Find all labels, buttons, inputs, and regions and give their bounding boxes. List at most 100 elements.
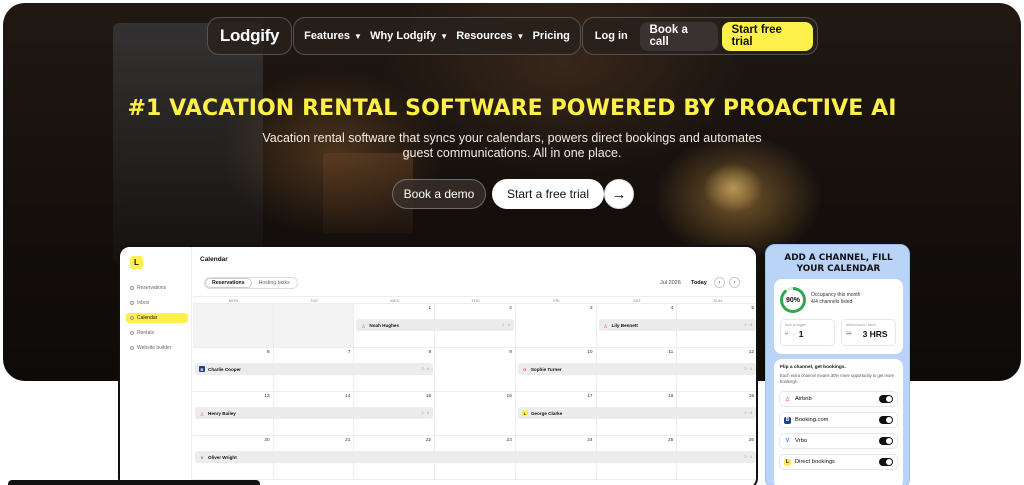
next-month-icon[interactable]: ›	[729, 277, 740, 288]
airbnb-icon: △	[361, 322, 365, 328]
google-icon: G	[523, 366, 527, 372]
day-number: 24	[587, 438, 593, 443]
day-number: 2	[509, 306, 512, 311]
calendar-icon	[130, 316, 134, 320]
hero-headline: #1 VACATION RENTAL SOFTWARE POWERED BY P…	[127, 96, 897, 121]
airbnb-icon: △	[200, 410, 204, 416]
nav-links: Features ▼ Why Lodgify ▼ Resources ▼ Pricin…	[293, 17, 581, 55]
day-number: 23	[506, 438, 512, 443]
book-demo-button[interactable]: Book a demo	[392, 179, 486, 209]
sidebar-item-reservations[interactable]: Reservations	[126, 283, 188, 293]
calendar-week: 1 2 3 4 5 △ Noah Hughes 2 · 4 △ Lily Bennett 2 · 4	[193, 304, 756, 348]
day-number: 5	[751, 306, 755, 311]
weekday-label: TUE	[310, 298, 319, 303]
calendar-day[interactable]: 16	[435, 392, 516, 435]
day-number: 8	[428, 350, 432, 355]
booking-bar[interactable]: V Oliver Wright 2 · 4	[195, 451, 756, 463]
bottom-bar	[8, 480, 260, 485]
occupancy-value: 90%	[783, 290, 803, 310]
sidebar-item-rentals[interactable]: Rentals	[126, 328, 188, 338]
flip-title: Flip a channel, get bookings.	[780, 365, 846, 370]
booking-toggle[interactable]	[879, 416, 893, 424]
nav-features[interactable]: Features ▼	[304, 30, 362, 42]
calendar-day[interactable]: 9	[435, 348, 516, 391]
day-number: 25	[667, 438, 674, 443]
login-link[interactable]: Log in	[587, 30, 636, 42]
vrbo-icon: V	[785, 438, 790, 444]
nav-why-lodgify[interactable]: Why Lodgify ▼	[370, 30, 448, 42]
booking-icon: B	[784, 416, 791, 424]
day-number: 17	[587, 394, 593, 399]
nav-pricing[interactable]: Pricing	[533, 30, 570, 42]
nav-actions: Log in Book a call Start free trial	[582, 17, 818, 55]
nav-resources[interactable]: Resources ▼	[456, 30, 524, 42]
airbnb-toggle[interactable]	[879, 395, 893, 403]
guest-name: Noah Hughes	[369, 322, 400, 328]
calendar-week: 13 14 15 16 17 18 19 △ Henry Bailey 2 · 4 L George …	[193, 392, 756, 436]
day-number: 13	[264, 394, 270, 399]
booking-meta: 2 · 4	[744, 455, 752, 459]
day-number: 12	[748, 350, 755, 355]
month-label: Jul 2026	[660, 280, 681, 286]
arrow-right-icon[interactable]: →	[604, 179, 634, 209]
weekday-header: MON TUE WED THU FRI SAT SUN	[193, 296, 756, 304]
day-number: 9	[509, 350, 512, 355]
booking-bar[interactable]: L George Clarke 2 · 4	[517, 407, 756, 419]
chevron-down-icon: ▼	[353, 31, 362, 41]
day-number: 22	[425, 438, 432, 443]
day-number: 18	[667, 394, 674, 399]
channels-card: Flip a channel, get bookings. Each extra…	[774, 359, 903, 485]
calendar-day[interactable]: 3	[516, 304, 597, 347]
day-number: 26	[748, 438, 755, 443]
book-call-button[interactable]: Book a call	[639, 21, 719, 51]
booking-bar[interactable]: △ Noah Hughes 2 · 4	[356, 319, 514, 331]
occupancy-text: Occupancy this month 4/4 channels listed	[811, 292, 861, 305]
occupancy-card: 90% Occupancy this month 4/4 channels li…	[774, 279, 903, 354]
channel-row-vrbo: V Vrbo	[779, 433, 898, 449]
flip-desc: Each extra channel means 30% more opport…	[780, 373, 895, 384]
booking-bar[interactable]: G Sophie Turner 2 · 4	[517, 363, 756, 375]
guest-name: Oliver Wright	[208, 454, 237, 460]
day-number: 16	[506, 394, 512, 399]
tab-hosting-tasks[interactable]: Hosting tasks	[252, 278, 297, 288]
sidebar-item-inbox[interactable]: Inbox	[126, 298, 188, 308]
day-number: 3	[589, 306, 593, 311]
booking-meta: 2 · 4	[421, 367, 430, 371]
lodgify-icon: L	[521, 410, 528, 416]
tab-reservations[interactable]: Reservations	[205, 278, 252, 288]
airbnb-icon: △	[785, 396, 790, 402]
day-number: 20	[264, 438, 270, 443]
direct-icon: L	[784, 458, 791, 466]
rentals-icon	[130, 331, 134, 335]
sidebar-item-website-builder[interactable]: Website builder	[126, 343, 188, 353]
guest-name: George Clarke	[530, 410, 563, 416]
stat-admin-hours: Admin hours / week 20 → 3 HRS	[841, 319, 896, 346]
inbox-icon	[130, 301, 134, 305]
lodgify-logo[interactable]: Lodgify	[207, 17, 292, 55]
calendar-week: 20 21 22 23 24 25 26 V Oliver Wright 2 · 4	[193, 436, 756, 480]
calendar-day[interactable]	[193, 304, 274, 347]
sidebar-item-calendar[interactable]: Calendar	[126, 313, 188, 323]
today-button[interactable]: Today	[688, 278, 710, 288]
booking-bar[interactable]: B Charlie Cooper 2 · 4	[195, 363, 434, 375]
calendar-week: 6 7 8 9 10 11 12 B Charlie Cooper 2 · 4 G Sophie Tu…	[193, 348, 756, 392]
vrbo-toggle[interactable]	[879, 437, 893, 445]
booking-bar[interactable]: △ Henry Bailey 2 · 4	[195, 407, 434, 419]
weekday-label: SAT	[633, 298, 641, 303]
direct-toggle[interactable]	[879, 458, 893, 466]
booking-bar[interactable]: △ Lily Bennett 2 · 4	[598, 319, 756, 331]
app-logo-icon: L	[130, 256, 143, 269]
prev-month-icon[interactable]: ‹	[714, 277, 725, 288]
chevron-down-icon: ▼	[516, 31, 525, 41]
booking-meta: 2 · 4	[744, 323, 752, 327]
booking-meta: 2 · 4	[421, 411, 430, 415]
reservations-icon	[130, 286, 134, 290]
chevron-down-icon: ▼	[440, 31, 448, 41]
start-free-trial-hero-button[interactable]: Start a free trial	[492, 179, 604, 209]
channel-row-airbnb: △ Airbnb	[779, 391, 898, 407]
app-sidebar: L Reservations Inbox Calendar Rentals We…	[120, 247, 192, 485]
start-free-trial-button[interactable]: Start free trial	[722, 21, 813, 51]
day-number: 7	[347, 350, 351, 355]
stat-new-toggle: New to toggle 0 → 1	[780, 319, 835, 346]
calendar-day[interactable]	[273, 304, 355, 347]
